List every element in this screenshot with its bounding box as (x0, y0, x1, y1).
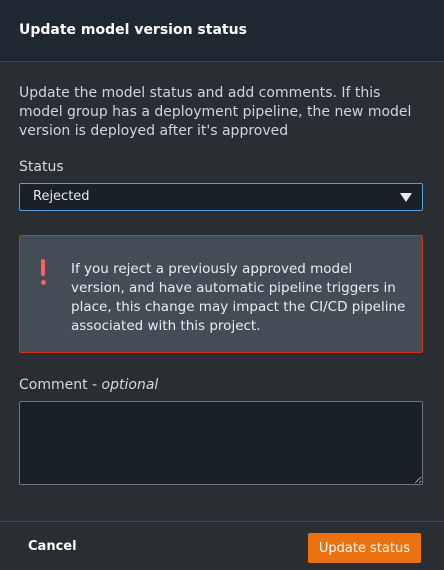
comment-optional-text: optional (101, 377, 159, 393)
update-status-button[interactable]: Update status (307, 533, 421, 563)
alert-text: If you reject a previously approved mode… (71, 261, 406, 334)
status-label: Status (19, 159, 64, 175)
exclamation-icon (39, 259, 47, 287)
dialog-header: Update model version status (0, 0, 444, 62)
update-status-dialog: Update model version status Update the m… (0, 0, 444, 570)
error-alert: If you reject a previously approved mode… (19, 235, 423, 353)
dialog-description: Update the model status and add comments… (19, 85, 412, 139)
dialog-body: Update the model status and add comments… (0, 62, 444, 485)
dialog-footer: Cancel Update status (0, 521, 444, 570)
caret-down-icon (400, 193, 412, 202)
comment-label-text: Comment - (19, 377, 102, 393)
status-selected-value: Rejected (33, 189, 90, 204)
comment-label: Comment - optional (19, 377, 425, 393)
status-select[interactable]: Rejected (19, 183, 423, 211)
comment-textarea[interactable] (19, 401, 423, 485)
cancel-button[interactable]: Cancel (28, 539, 77, 554)
dialog-title: Update model version status (19, 22, 247, 38)
